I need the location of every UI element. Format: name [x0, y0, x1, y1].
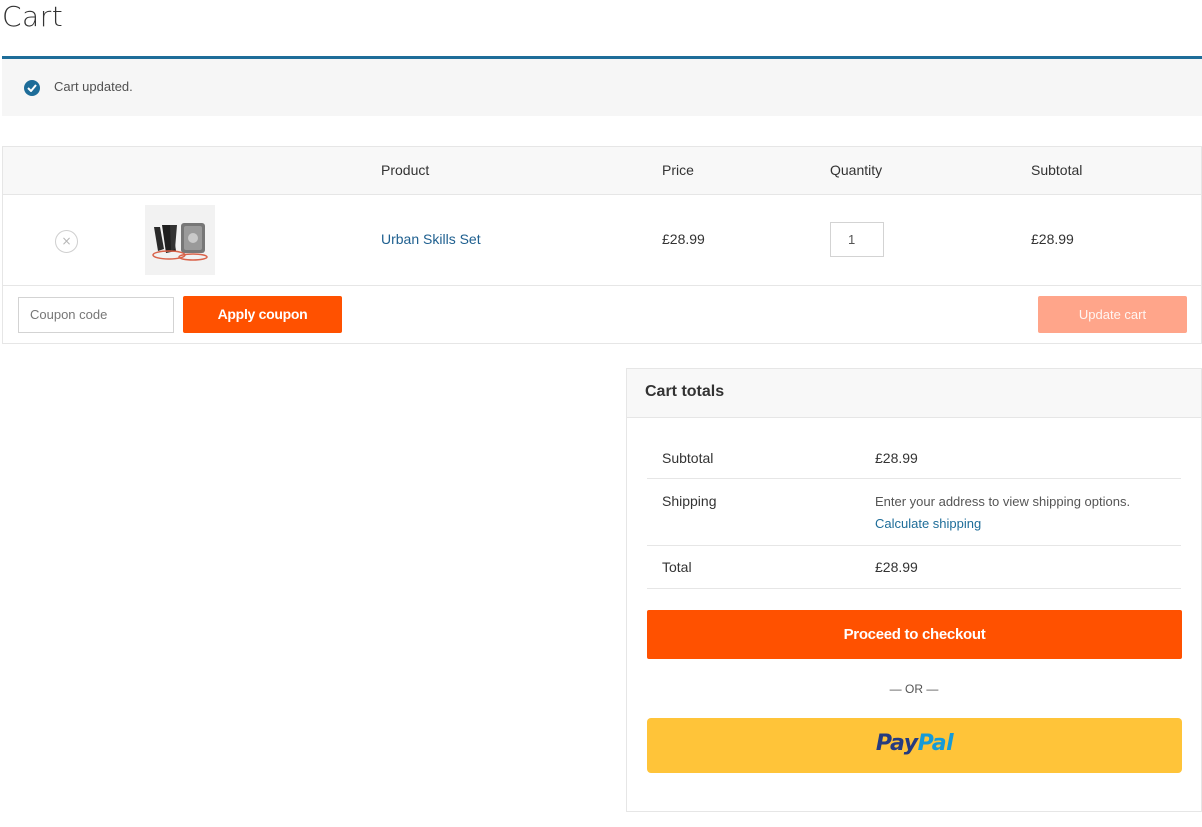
subtotal-value: £28.99	[875, 450, 918, 466]
cart-table: Product Price Quantity Subtotal × Urban …	[2, 146, 1202, 344]
page-title: Cart	[2, 0, 64, 33]
cart-updated-notice: Cart updated.	[2, 56, 1202, 116]
proceed-to-checkout-button[interactable]: Proceed to checkout	[647, 610, 1182, 659]
total-value: £28.99	[875, 559, 918, 575]
paypal-logo-pal: Pal	[917, 731, 954, 756]
cart-totals-header: Cart totals	[627, 369, 1201, 418]
header-subtotal: Subtotal	[1031, 162, 1083, 178]
shipping-label: Shipping	[662, 493, 717, 509]
calculate-shipping-link[interactable]: Calculate shipping	[875, 516, 981, 531]
product-price: £28.99	[662, 231, 705, 247]
totals-total-row: Total £28.99	[647, 546, 1181, 589]
product-subtotal: £28.99	[1031, 231, 1074, 247]
header-product: Product	[381, 162, 430, 178]
table-row: × Urban Skills Set £28.99 1 £28.99	[3, 195, 1201, 286]
paypal-button[interactable]: PayPal	[647, 718, 1182, 773]
cart-totals: Cart totals Subtotal £28.99 Shipping Ent…	[626, 368, 1202, 812]
notice-text: Cart updated.	[54, 79, 133, 94]
update-cart-button[interactable]: Update cart	[1038, 296, 1187, 333]
quantity-input[interactable]: 1	[830, 222, 884, 257]
cart-totals-title: Cart totals	[645, 383, 725, 400]
table-header: Product Price Quantity Subtotal	[3, 147, 1201, 195]
paypal-logo: PayPal	[647, 731, 1182, 756]
coupon-code-input[interactable]: Coupon code	[18, 297, 174, 333]
totals-shipping-row: Shipping Enter your address to view ship…	[647, 479, 1181, 546]
subtotal-label: Subtotal	[662, 450, 714, 466]
product-thumbnail[interactable]	[145, 205, 215, 275]
total-label: Total	[662, 559, 692, 575]
totals-subtotal-row: Subtotal £28.99	[647, 436, 1181, 479]
shipping-text: Enter your address to view shipping opti…	[875, 494, 1131, 509]
paypal-logo-pay: Pay	[875, 731, 918, 756]
or-separator: — OR —	[889, 682, 939, 696]
cart-actions: Coupon code Apply coupon Update cart	[3, 287, 1201, 343]
check-circle-icon	[24, 80, 40, 96]
product-name-link[interactable]: Urban Skills Set	[381, 231, 481, 247]
apply-coupon-button[interactable]: Apply coupon	[183, 296, 342, 333]
header-price: Price	[662, 162, 694, 178]
header-quantity: Quantity	[830, 162, 883, 178]
remove-item-button[interactable]: ×	[55, 230, 78, 253]
